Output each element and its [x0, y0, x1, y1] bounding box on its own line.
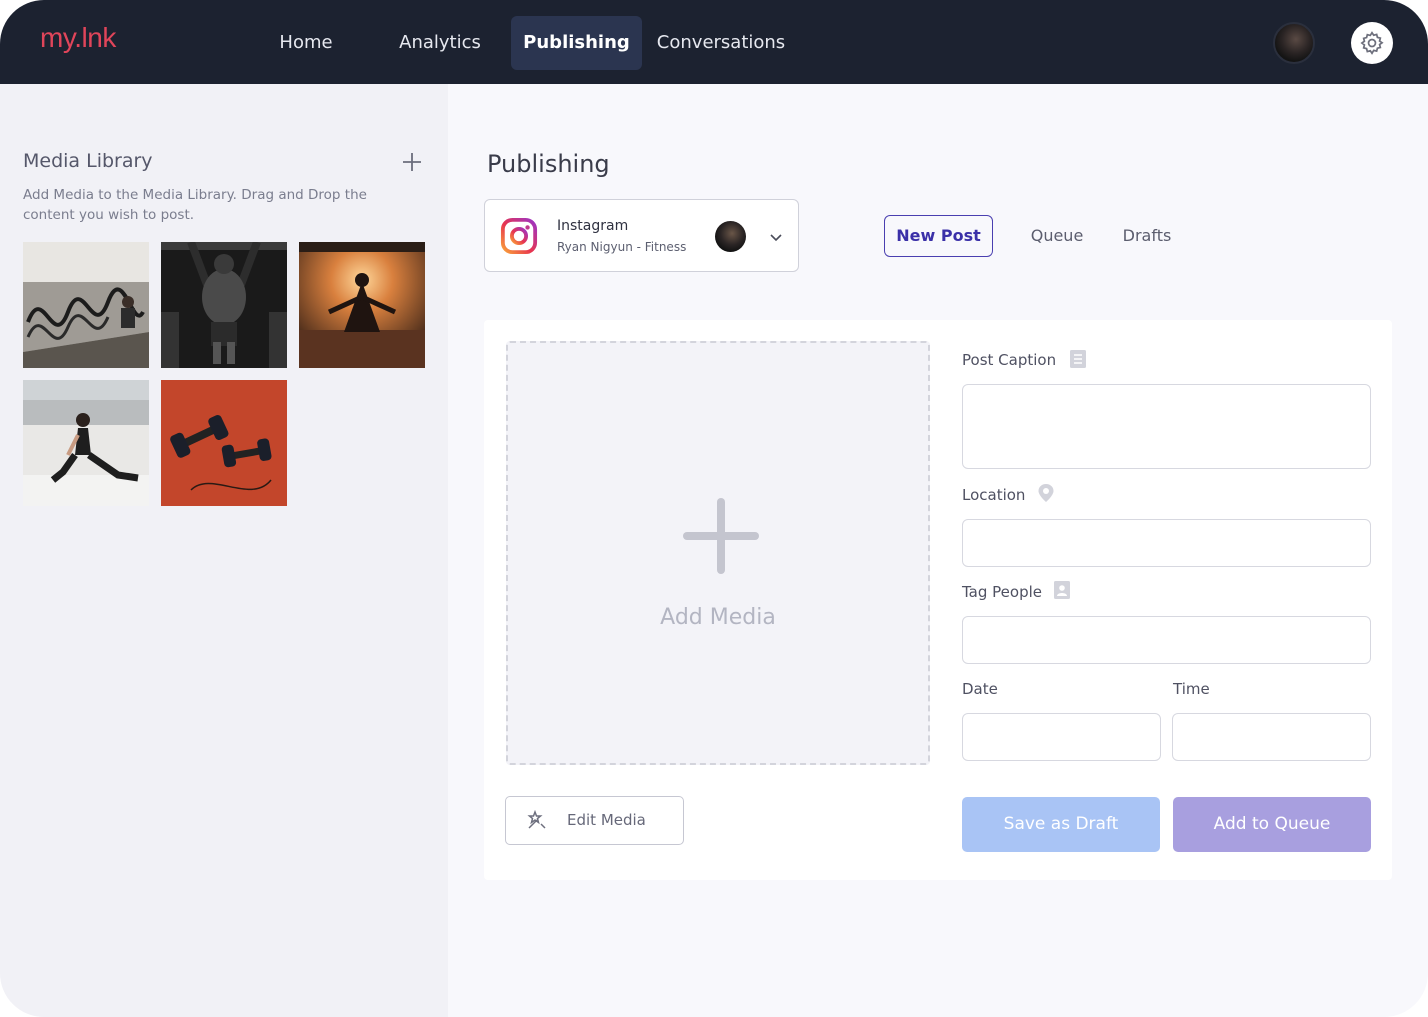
media-thumbnail[interactable]: [161, 380, 287, 506]
add-media-dropzone[interactable]: Add Media: [506, 341, 930, 765]
page-title: Publishing: [487, 150, 610, 178]
media-thumbnail[interactable]: [23, 242, 149, 368]
top-navigation-bar: my.lnk Home Analytics Publishing Convers…: [0, 0, 1428, 84]
tag-people-label: Tag People: [962, 583, 1042, 601]
location-input[interactable]: [962, 519, 1371, 567]
settings-button[interactable]: [1351, 22, 1393, 64]
post-caption-label: Post Caption: [962, 351, 1057, 369]
time-label: Time: [1173, 680, 1210, 698]
media-thumbnail[interactable]: [161, 242, 287, 368]
nav-analytics[interactable]: Analytics: [388, 16, 492, 70]
gear-icon: [1360, 31, 1384, 55]
media-library-sidebar: Media Library Add Media to the Media Lib…: [0, 84, 448, 1017]
media-thumbnail[interactable]: [299, 242, 425, 368]
instagram-icon: [500, 217, 538, 255]
plus-icon: [683, 498, 759, 574]
account-selector[interactable]: Instagram Ryan Nigyun - Fitness: [484, 199, 799, 272]
magic-wand-icon: [527, 810, 546, 829]
add-to-queue-button[interactable]: Add to Queue: [1173, 797, 1371, 852]
person-tag-icon: [1054, 581, 1070, 599]
location-pin-icon: [1038, 484, 1054, 502]
account-platform: Instagram: [557, 218, 629, 234]
chevron-down-icon[interactable]: [769, 230, 783, 244]
app-logo[interactable]: my.lnk: [40, 22, 116, 54]
media-library-title: Media Library: [23, 150, 153, 172]
edit-media-label: Edit Media: [567, 811, 646, 829]
account-avatar: [715, 221, 746, 252]
nav-conversations[interactable]: Conversations: [652, 16, 790, 70]
tab-new-post[interactable]: New Post: [884, 215, 993, 257]
post-caption-input[interactable]: [962, 384, 1371, 469]
account-name: Ryan Nigyun - Fitness: [557, 240, 687, 254]
time-input[interactable]: [1172, 713, 1371, 761]
media-thumbnail[interactable]: [23, 380, 149, 506]
plus-icon[interactable]: [400, 150, 424, 174]
date-input[interactable]: [962, 713, 1161, 761]
add-media-label: Add Media: [660, 605, 776, 630]
edit-media-button[interactable]: Edit Media: [505, 796, 684, 845]
media-library-description: Add Media to the Media Library. Drag and…: [23, 187, 367, 223]
location-label: Location: [962, 486, 1026, 504]
save-as-draft-button[interactable]: Save as Draft: [962, 797, 1160, 852]
tag-people-input[interactable]: [962, 616, 1371, 664]
user-avatar[interactable]: [1273, 22, 1315, 64]
date-label: Date: [962, 680, 998, 698]
tab-drafts[interactable]: Drafts: [1112, 215, 1182, 257]
nav-home[interactable]: Home: [260, 16, 352, 70]
app-window: my.lnk Home Analytics Publishing Convers…: [0, 0, 1428, 1017]
tab-queue[interactable]: Queue: [1022, 215, 1092, 257]
document-icon: [1070, 350, 1086, 368]
nav-publishing[interactable]: Publishing: [511, 16, 642, 70]
